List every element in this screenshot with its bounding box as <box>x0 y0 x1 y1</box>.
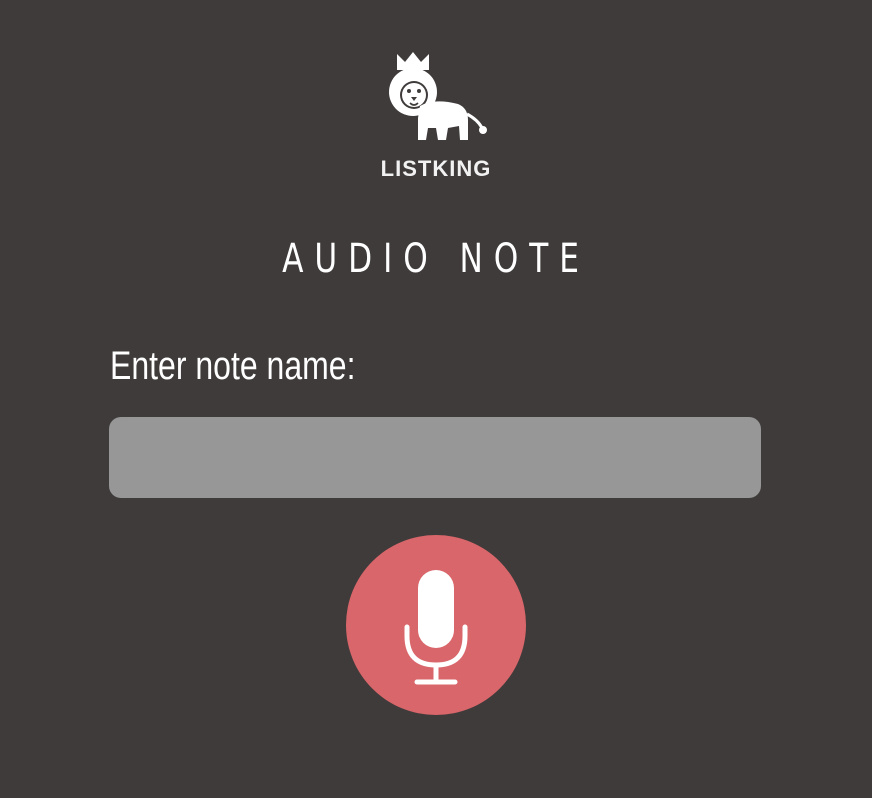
brand-logo: LISTKING <box>366 46 506 186</box>
microphone-icon <box>404 570 468 685</box>
note-name-label: Enter note name: <box>110 344 356 388</box>
note-name-input[interactable] <box>109 417 761 498</box>
brand-name: LISTKING <box>380 156 492 181</box>
record-button[interactable] <box>346 535 526 715</box>
lion-with-crown-icon <box>389 52 487 140</box>
page-title: AUDIO NOTE <box>282 236 590 282</box>
